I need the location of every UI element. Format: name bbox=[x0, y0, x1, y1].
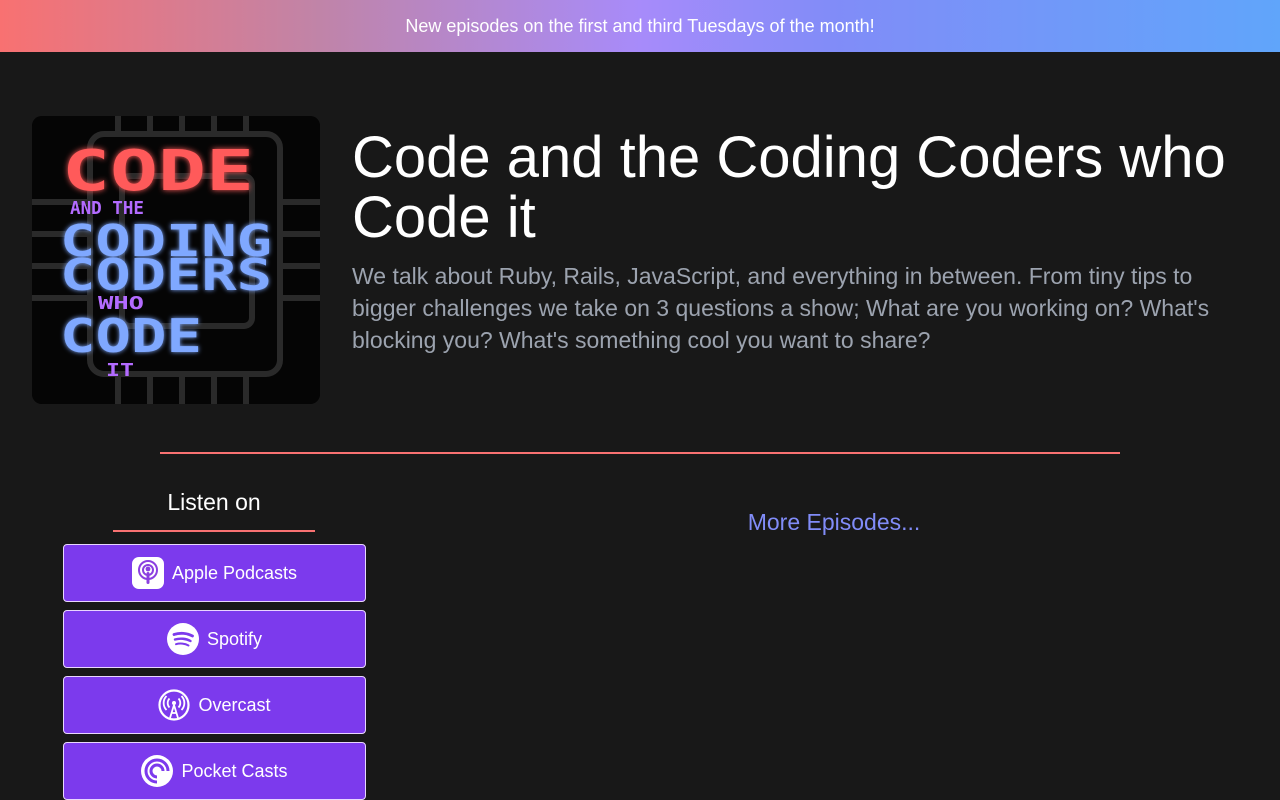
podcast-description: We talk about Ruby, Rails, JavaScript, a… bbox=[352, 263, 1210, 353]
artwork-line-it: IT bbox=[106, 360, 134, 381]
overcast-icon bbox=[158, 689, 191, 721]
podcast-title: Code and the Coding Coders who Code it bbox=[352, 125, 1226, 250]
apple-podcasts-button[interactable]: Apple Podcasts bbox=[63, 544, 366, 602]
pocket-casts-label: Pocket Casts bbox=[181, 760, 288, 781]
pocket-casts-icon bbox=[141, 755, 174, 787]
artwork-line-code-2: CODE bbox=[60, 309, 202, 363]
listen-on-divider bbox=[113, 530, 315, 532]
overcast-button[interactable]: Overcast bbox=[63, 676, 366, 734]
spotify-button[interactable]: Spotify bbox=[63, 610, 366, 668]
apple-podcasts-icon bbox=[131, 557, 164, 589]
listen-on-heading: Listen on bbox=[167, 489, 261, 515]
artwork-line-coders: CODERS bbox=[60, 250, 272, 301]
section-divider bbox=[160, 452, 1120, 454]
artwork-line-code: CODE bbox=[62, 139, 254, 204]
podcast-artwork: CODE AND THE CODING CODERS WHO CODE IT bbox=[32, 116, 320, 404]
apple-podcasts-label: Apple Podcasts bbox=[171, 562, 298, 583]
announcement-banner: New episodes on the first and third Tues… bbox=[0, 0, 1280, 52]
more-episodes-link[interactable]: More Episodes... bbox=[694, 506, 974, 538]
spotify-icon bbox=[166, 623, 199, 655]
pocket-casts-button[interactable]: Pocket Casts bbox=[63, 742, 366, 800]
overcast-label: Overcast bbox=[198, 694, 271, 715]
spotify-label: Spotify bbox=[206, 628, 263, 649]
banner-text: New episodes on the first and third Tues… bbox=[405, 15, 875, 36]
